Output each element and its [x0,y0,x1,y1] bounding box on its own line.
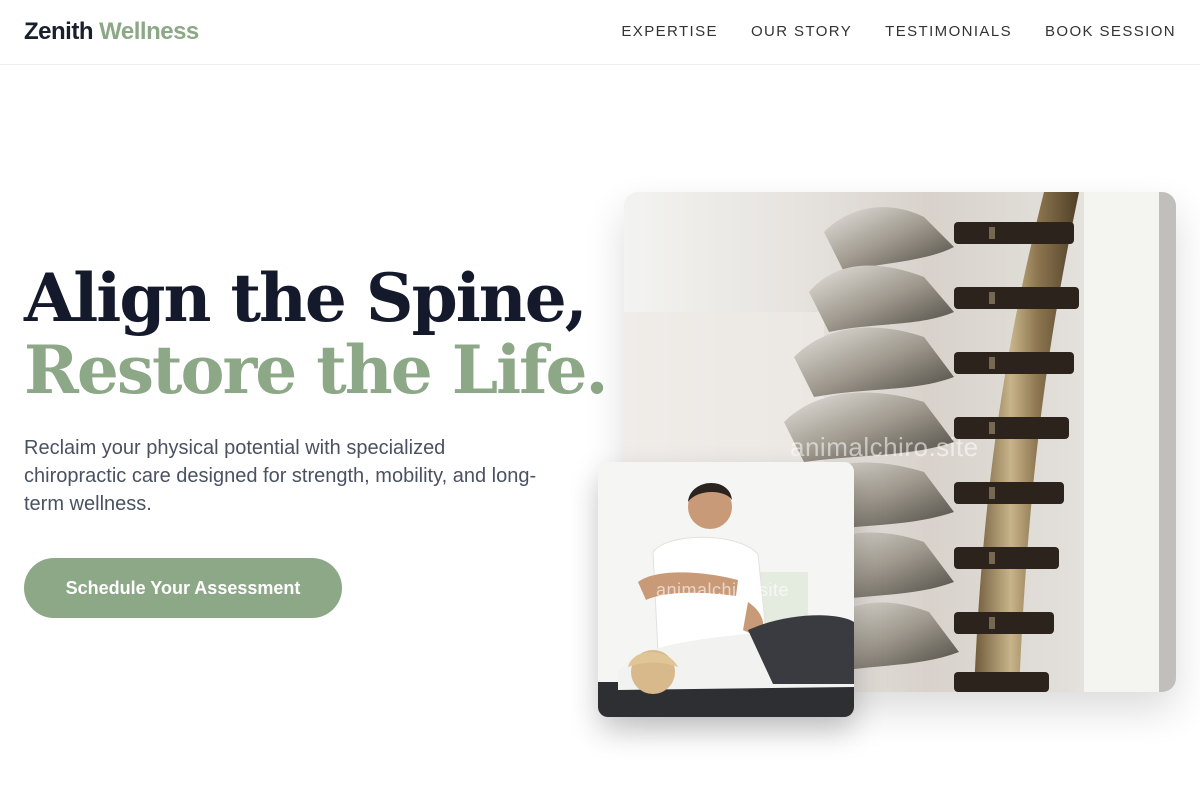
hero-headline-line2: Restore the Life. [24,331,609,409]
top-navbar: Zenith Wellness EXPERTISE OUR STORY TEST… [0,0,1200,65]
nav-link-our-story[interactable]: OUR STORY [751,22,852,42]
image-watermark-small: animalchiro.site [656,580,790,600]
schedule-assessment-button[interactable]: Schedule Your Assessment [24,558,342,618]
adjustment-session-photo: animalchiro.site [598,462,854,717]
brand-logo[interactable]: Zenith Wellness [24,17,199,47]
hero-headline-line1: Align the Spine, [24,259,588,337]
image-watermark: animalchiro.site [790,432,979,462]
nav-link-testimonials[interactable]: TESTIMONIALS [885,22,1012,42]
hero-subtext: Reclaim your physical potential with spe… [24,437,537,515]
nav-link-book-session[interactable]: BOOK SESSION [1045,22,1176,42]
hero-headline: Align the Spine, Restore the Life. [24,259,609,409]
brand-name-primary: Zenith [24,18,94,45]
hero-section: Align the Spine, Restore the Life. Recla… [24,259,609,518]
brand-name-accent: Wellness [99,18,199,45]
nav-link-expertise[interactable]: EXPERTISE [621,22,718,42]
main-nav: EXPERTISE OUR STORY TESTIMONIALS BOOK SE… [621,22,1176,42]
